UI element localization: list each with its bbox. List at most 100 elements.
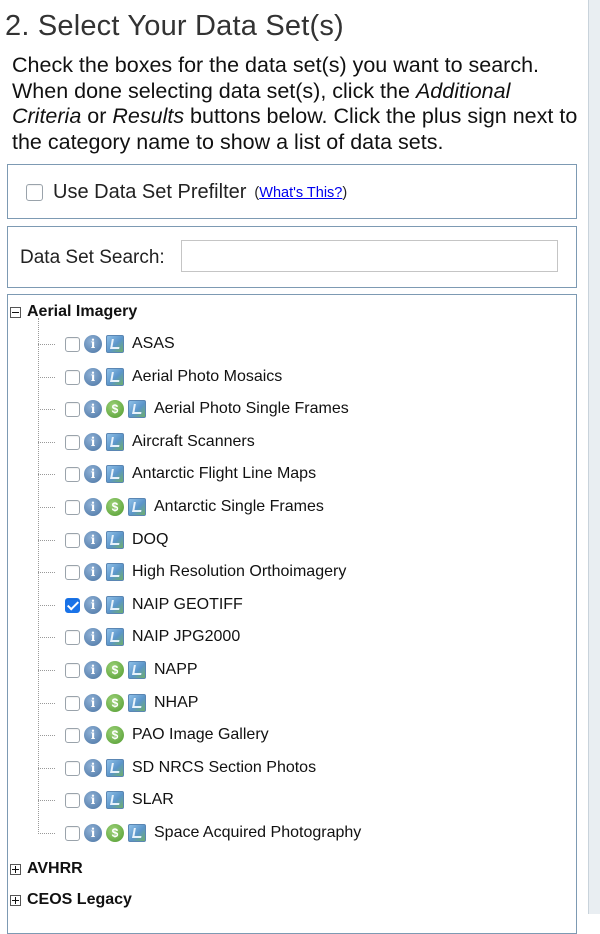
category-avhrr[interactable]: AVHRR	[10, 860, 83, 878]
dataset-item: i $ Antarctic Single Frames	[65, 496, 324, 518]
tree-branch-line	[38, 344, 55, 345]
map-icon[interactable]	[128, 661, 146, 679]
dataset-checkbox[interactable]	[65, 760, 80, 776]
map-icon[interactable]	[106, 335, 124, 353]
info-icon[interactable]: i	[84, 759, 102, 777]
dataset-item: i Aircraft Scanners	[65, 431, 255, 453]
dataset-item: i $ PAO Image Gallery	[65, 724, 269, 746]
info-icon[interactable]: i	[84, 465, 102, 483]
page-scrollbar[interactable]	[588, 0, 600, 914]
dataset-search-label: Data Set Search:	[20, 247, 165, 268]
instructions-results: Results	[112, 104, 185, 128]
map-icon[interactable]	[106, 596, 124, 614]
tree-branch-line	[38, 442, 55, 443]
instructions-text: Check the boxes for the data set(s) you …	[12, 53, 582, 155]
info-icon[interactable]: i	[84, 628, 102, 646]
category-ceos-legacy[interactable]: CEOS Legacy	[10, 891, 132, 909]
dataset-item: i NAIP GEOTIFF	[65, 594, 243, 616]
dataset-label: Antarctic Single Frames	[154, 498, 324, 515]
info-icon[interactable]: i	[84, 563, 102, 581]
prefilter-checkbox[interactable]	[26, 184, 43, 201]
info-icon[interactable]: i	[84, 791, 102, 809]
dataset-checkbox[interactable]	[65, 336, 80, 352]
whats-this: (What's This?)	[254, 185, 347, 201]
info-icon[interactable]: i	[84, 596, 102, 614]
info-icon[interactable]: i	[84, 498, 102, 516]
dataset-search-input[interactable]	[181, 240, 558, 272]
dataset-item: i NAIP JPG2000	[65, 626, 240, 648]
dataset-checkbox[interactable]	[65, 499, 80, 515]
dataset-checkbox[interactable]	[65, 597, 80, 613]
dollar-icon[interactable]: $	[106, 400, 124, 418]
map-icon[interactable]	[106, 465, 124, 483]
map-icon[interactable]	[128, 498, 146, 516]
dollar-icon[interactable]: $	[106, 694, 124, 712]
info-icon[interactable]: i	[84, 400, 102, 418]
dataset-checkbox[interactable]	[65, 792, 80, 808]
dataset-checkbox[interactable]	[65, 629, 80, 645]
map-icon[interactable]	[128, 824, 146, 842]
info-icon[interactable]: i	[84, 824, 102, 842]
instructions-part2: or	[81, 104, 113, 128]
map-icon[interactable]	[106, 791, 124, 809]
tree-connector-line	[38, 318, 39, 834]
dollar-icon[interactable]: $	[106, 661, 124, 679]
dataset-label: SLAR	[132, 791, 174, 808]
dataset-item: i Aerial Photo Mosaics	[65, 366, 282, 388]
dataset-label: Space Acquired Photography	[154, 824, 362, 841]
dataset-checkbox[interactable]	[65, 825, 80, 841]
whats-this-link[interactable]: What's This?	[259, 185, 342, 201]
info-icon[interactable]: i	[84, 661, 102, 679]
dataset-checkbox[interactable]	[65, 466, 80, 482]
dollar-icon[interactable]: $	[106, 498, 124, 516]
tree-branch-line	[38, 768, 55, 769]
dataset-checkbox[interactable]	[65, 434, 80, 450]
dataset-label: NAIP GEOTIFF	[132, 596, 243, 613]
map-icon[interactable]	[128, 400, 146, 418]
dataset-item: i $ NAPP	[65, 659, 198, 681]
category-label: CEOS Legacy	[27, 891, 132, 908]
dataset-checkbox[interactable]	[65, 662, 80, 678]
dollar-icon[interactable]: $	[106, 726, 124, 744]
info-icon[interactable]: i	[84, 433, 102, 451]
map-icon[interactable]	[106, 531, 124, 549]
dataset-item: i DOQ	[65, 529, 168, 551]
tree-branch-line	[38, 409, 55, 410]
tree-branch-line	[38, 735, 55, 736]
dataset-checkbox[interactable]	[65, 695, 80, 711]
dataset-checkbox[interactable]	[65, 532, 80, 548]
dataset-label: SD NRCS Section Photos	[132, 759, 317, 776]
dataset-item: i Antarctic Flight Line Maps	[65, 463, 316, 485]
dataset-item: i ASAS	[65, 333, 175, 355]
map-icon[interactable]	[106, 628, 124, 646]
expand-toggle-icon[interactable]	[10, 894, 21, 906]
collapse-toggle-icon[interactable]	[10, 306, 21, 318]
tree-branch-line	[38, 605, 55, 606]
dataset-checkbox[interactable]	[65, 369, 80, 385]
expand-toggle-icon[interactable]	[10, 863, 21, 875]
tree-branch-line	[38, 474, 55, 475]
map-icon[interactable]	[106, 759, 124, 777]
info-icon[interactable]: i	[84, 368, 102, 386]
info-icon[interactable]: i	[84, 694, 102, 712]
category-aerial-imagery[interactable]: Aerial Imagery	[10, 303, 137, 321]
map-icon[interactable]	[106, 433, 124, 451]
dataset-checkbox[interactable]	[65, 401, 80, 417]
tree-branch-line	[38, 572, 55, 573]
dataset-checkbox[interactable]	[65, 564, 80, 580]
map-icon[interactable]	[106, 368, 124, 386]
map-icon[interactable]	[128, 694, 146, 712]
dollar-icon[interactable]: $	[106, 824, 124, 842]
paren-close: )	[342, 184, 348, 201]
dataset-checkbox[interactable]	[65, 727, 80, 743]
info-icon[interactable]: i	[84, 531, 102, 549]
tree-branch-line	[38, 540, 55, 541]
info-icon[interactable]: i	[84, 726, 102, 744]
prefilter-row: Use Data Set Prefilter (What's This?)	[26, 181, 347, 204]
prefilter-label: Use Data Set Prefilter	[53, 181, 247, 203]
dataset-label: Aerial Photo Single Frames	[154, 400, 349, 417]
info-icon[interactable]: i	[84, 335, 102, 353]
map-icon[interactable]	[106, 563, 124, 581]
dataset-label: PAO Image Gallery	[132, 726, 269, 743]
dataset-label: Antarctic Flight Line Maps	[132, 465, 317, 482]
